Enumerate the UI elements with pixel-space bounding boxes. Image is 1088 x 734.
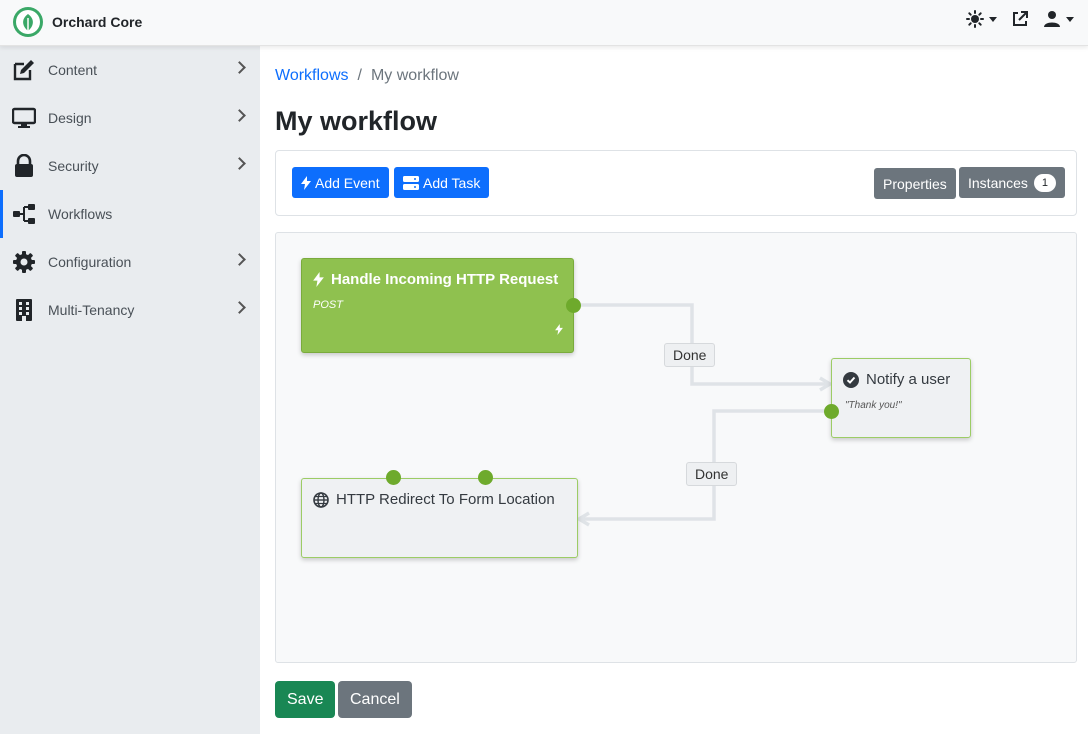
cancel-button[interactable]: Cancel	[338, 681, 412, 718]
visit-site-link[interactable]	[1011, 10, 1029, 28]
connection-label-done[interactable]: Done	[686, 462, 738, 486]
chevron-right-icon	[233, 157, 246, 170]
activity-title: Handle Incoming HTTP Request	[331, 271, 559, 288]
sidebar-item-label: Workflows	[48, 206, 113, 222]
sidebar-item-configuration[interactable]: Configuration	[0, 238, 260, 286]
add-event-button[interactable]: Add Event	[292, 167, 389, 198]
bolt-icon	[555, 322, 563, 340]
theme-toggle[interactable]	[966, 10, 997, 28]
building-icon	[11, 297, 37, 323]
bolt-icon	[301, 175, 311, 190]
external-link-icon	[1013, 11, 1028, 26]
sidebar-item-label: Configuration	[48, 254, 132, 270]
workflow-canvas[interactable]: Done Done Handle Incoming HTTP Request P…	[275, 232, 1077, 663]
add-task-button[interactable]: Add Task	[394, 167, 490, 198]
sidebar-item-content[interactable]: Content	[0, 46, 260, 94]
breadcrumb-workflows-link[interactable]: Workflows	[275, 67, 349, 85]
properties-button[interactable]: Properties	[874, 168, 956, 199]
activity-subtitle: POST	[313, 299, 343, 311]
chevron-down-icon	[1066, 16, 1074, 22]
breadcrumb: Workflows / My workflow	[275, 66, 1077, 86]
activity-title: HTTP Redirect To Form Location	[336, 491, 555, 508]
sidebar-item-design[interactable]: Design	[0, 94, 260, 142]
connection-label-done[interactable]: Done	[664, 343, 716, 367]
activity-subtitle: "Thank you!"	[845, 400, 902, 411]
endpoint-redirect-2[interactable]	[478, 470, 493, 485]
activity-http-request[interactable]: Handle Incoming HTTP Request POST	[301, 258, 574, 353]
sidebar-item-label: Content	[48, 62, 98, 78]
chevron-right-icon	[233, 301, 246, 314]
orchard-logo-icon	[13, 7, 43, 37]
breadcrumb-separator: /	[357, 67, 362, 84]
endpoint-http-done[interactable]	[566, 298, 581, 313]
server-icon	[403, 175, 419, 190]
page-title: My workflow	[275, 106, 438, 136]
chevron-down-icon	[989, 16, 997, 22]
brand[interactable]: Orchard Core	[12, 6, 142, 38]
activity-notify-user[interactable]: Notify a user "Thank you!"	[831, 358, 971, 438]
sidebar: Content Design Security Workflows Config…	[0, 46, 260, 734]
chevron-right-icon	[233, 253, 246, 266]
user-icon	[1044, 11, 1060, 27]
lock-icon	[11, 153, 37, 179]
activity-title: Notify a user	[866, 371, 951, 388]
breadcrumb-current: My workflow	[370, 67, 459, 84]
sidebar-item-multi-tenancy[interactable]: Multi-Tenancy	[0, 286, 260, 334]
main-content: Workflows / My workflow My workflow Add …	[275, 46, 1077, 718]
add-task-label: Add Task	[423, 174, 481, 191]
workflow-toolbar: Add Event Add Task Properties Instances …	[275, 150, 1077, 216]
save-button[interactable]: Save	[275, 681, 336, 718]
sidebar-item-workflows[interactable]: Workflows	[0, 190, 260, 238]
check-circle-icon	[843, 371, 859, 388]
gear-icon	[11, 249, 37, 275]
edit-icon	[11, 57, 37, 83]
globe-icon	[313, 491, 329, 508]
brand-name: Orchard Core	[52, 14, 143, 30]
sidebar-item-security[interactable]: Security	[0, 142, 260, 190]
instances-label: Instances	[968, 174, 1028, 191]
sun-icon	[966, 10, 984, 28]
add-event-label: Add Event	[315, 174, 380, 191]
chevron-right-icon	[233, 61, 246, 74]
endpoint-redirect-1[interactable]	[386, 470, 401, 485]
instances-button[interactable]: Instances 1	[959, 167, 1065, 198]
monitor-icon	[11, 105, 37, 131]
activity-http-redirect[interactable]: HTTP Redirect To Form Location	[301, 478, 578, 558]
user-menu[interactable]	[1043, 10, 1074, 28]
sidebar-item-label: Security	[48, 158, 99, 174]
chevron-right-icon	[233, 109, 246, 122]
sidebar-item-label: Design	[48, 110, 92, 126]
endpoint-notify-done[interactable]	[824, 404, 839, 419]
instances-count-badge: 1	[1033, 173, 1056, 192]
sidebar-item-label: Multi-Tenancy	[48, 302, 135, 318]
bolt-icon	[313, 272, 324, 287]
top-navbar: Orchard Core	[0, 0, 1088, 46]
sitemap-icon	[11, 201, 37, 227]
